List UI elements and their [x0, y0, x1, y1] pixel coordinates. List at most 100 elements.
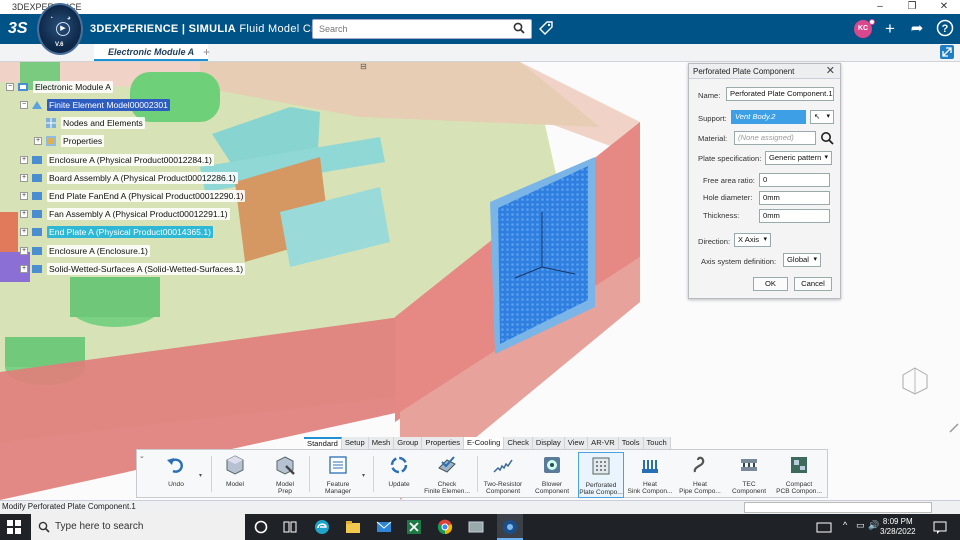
file-explorer-icon[interactable]: [345, 519, 361, 535]
tab-mesh[interactable]: Mesh: [368, 437, 395, 449]
compass-widget[interactable]: ◔ ◕ ▶ V.6: [37, 3, 83, 55]
notifications-icon[interactable]: [932, 519, 948, 535]
network-icon[interactable]: ▭: [856, 520, 865, 531]
material-field[interactable]: (None assigned): [734, 131, 816, 145]
perforated-plate-button[interactable]: Perforated Plate Compo...: [578, 452, 624, 498]
volume-icon[interactable]: 🔊: [868, 520, 879, 531]
tree-item[interactable]: − Finite Element Model00002301: [20, 98, 170, 112]
tab-setup[interactable]: Setup: [341, 437, 369, 449]
tree-root[interactable]: − Electronic Module A: [6, 80, 113, 94]
expand-icon[interactable]: +: [20, 210, 28, 218]
expand-icon[interactable]: +: [20, 192, 28, 200]
check-fe-button[interactable]: Check Finite Elemen...: [423, 452, 471, 498]
minimize-button[interactable]: –: [864, 0, 896, 14]
play-icon[interactable]: ▶: [56, 22, 70, 36]
tree-item[interactable]: + End Plate A (Physical Product00014365.…: [20, 225, 213, 239]
tree-item[interactable]: + Solid-Wetted-Surfaces A (Solid-Wetted-…: [20, 262, 246, 276]
3dexperience-taskbar-button[interactable]: [497, 514, 523, 540]
windows-start-icon[interactable]: [6, 519, 22, 535]
share-icon[interactable]: ➦: [907, 19, 927, 39]
free-area-field[interactable]: 0: [759, 173, 830, 187]
edge-icon[interactable]: [314, 519, 330, 535]
expand-icon[interactable]: +: [20, 174, 28, 182]
app-window-icon[interactable]: [468, 519, 484, 535]
expand-icon[interactable]: [940, 45, 954, 59]
compact-pcb-button[interactable]: Compact PCB Compon...: [775, 452, 823, 498]
expand-icon[interactable]: +: [20, 156, 28, 164]
tree-item[interactable]: + Properties: [34, 134, 105, 148]
tree-item[interactable]: + End Plate FanEnd A (Physical Product00…: [20, 189, 246, 203]
model-prep-button[interactable]: Model Prep: [267, 452, 303, 498]
system-clock[interactable]: 8:09 PM 3/28/2022: [880, 517, 916, 537]
tab-ar-vr[interactable]: AR-VR: [588, 437, 619, 449]
selection-mode-icon[interactable]: ↖: [810, 110, 834, 124]
tree-item[interactable]: + Board Assembly A (Physical Product0001…: [20, 171, 238, 185]
maximize-button[interactable]: ❐: [896, 0, 928, 14]
tab-display[interactable]: Display: [532, 437, 565, 449]
direction-select[interactable]: X Axis: [734, 233, 771, 247]
tab-view[interactable]: View: [564, 437, 589, 449]
tab-tools[interactable]: Tools: [618, 437, 644, 449]
chrome-icon[interactable]: [437, 519, 453, 535]
tree-item[interactable]: + Enclosure A (Physical Product00012284.…: [20, 153, 214, 167]
keyboard-icon[interactable]: [816, 519, 832, 535]
expand-icon[interactable]: +: [34, 137, 42, 145]
blower-button[interactable]: Blower Component: [531, 452, 573, 498]
excel-icon[interactable]: [406, 519, 422, 535]
search-icon[interactable]: [820, 131, 834, 145]
tree-item[interactable]: Nodes and Elements: [34, 116, 145, 130]
cortana-icon[interactable]: [253, 519, 269, 535]
help-icon[interactable]: ?: [935, 19, 955, 39]
search-input[interactable]: [313, 20, 503, 38]
dropdown-icon[interactable]: ▾: [362, 472, 365, 479]
tab-electronic-module[interactable]: Electronic Module A: [94, 44, 209, 61]
add-icon[interactable]: +: [880, 19, 900, 39]
tag-icon[interactable]: [538, 20, 554, 36]
axis-system-select[interactable]: Global: [783, 253, 821, 267]
tab-standard[interactable]: Standard: [304, 437, 342, 449]
feature-manager-button[interactable]: Feature Manager: [317, 452, 359, 498]
add-tab-button[interactable]: +: [203, 44, 210, 61]
expand-icon[interactable]: +: [20, 228, 28, 236]
cancel-button[interactable]: Cancel: [794, 277, 832, 291]
plate-spec-select[interactable]: Generic pattern: [765, 151, 832, 165]
name-field[interactable]: Perforated Plate Component.1: [726, 87, 834, 101]
heat-pipe-button[interactable]: Heat Pipe Compo...: [677, 452, 723, 498]
collapse-icon[interactable]: −: [6, 83, 14, 91]
tree-item[interactable]: + Fan Assembly A (Physical Product000122…: [20, 207, 230, 221]
tab-check[interactable]: Check: [504, 437, 533, 449]
compass-quadrant-icon[interactable]: ◔: [49, 15, 53, 22]
thickness-field[interactable]: 0mm: [759, 209, 830, 223]
avatar[interactable]: KC: [854, 19, 875, 38]
tree-item[interactable]: + Enclosure A (Enclosure.1): [20, 244, 150, 258]
tab-properties[interactable]: Properties: [422, 437, 464, 449]
hole-diameter-field[interactable]: 0mm: [759, 191, 830, 205]
model-button[interactable]: Model: [217, 452, 253, 498]
undo-button[interactable]: Undo: [159, 452, 193, 498]
heat-sink-button[interactable]: Heat Sink Compon...: [627, 452, 673, 498]
close-icon[interactable]: ✕: [826, 64, 835, 78]
collapse-icon[interactable]: −: [20, 101, 28, 109]
tab-touch[interactable]: Touch: [643, 437, 671, 449]
expand-icon[interactable]: +: [20, 265, 28, 273]
search-box[interactable]: [312, 19, 532, 39]
tab-group[interactable]: Group: [394, 437, 423, 449]
collapse-toolbar-icon[interactable]: ⌄: [139, 452, 145, 460]
two-resistor-button[interactable]: Two-Resistor Component: [481, 452, 525, 498]
search-icon[interactable]: [513, 22, 525, 34]
tray-chevron-icon[interactable]: ^: [843, 520, 847, 530]
mail-icon[interactable]: [376, 519, 392, 535]
tec-button[interactable]: TEC Component: [727, 452, 771, 498]
taskbar-search[interactable]: Type here to search: [31, 514, 245, 540]
compass-quadrant-icon[interactable]: ◕: [67, 15, 71, 22]
scroll-indicator-icon[interactable]: [949, 423, 959, 433]
view-axis-icon[interactable]: [902, 367, 928, 395]
expand-icon[interactable]: +: [20, 247, 28, 255]
tab-e-cooling[interactable]: E-Cooling: [464, 437, 505, 449]
update-button[interactable]: Update: [381, 452, 417, 498]
support-field[interactable]: Vent Body.2: [731, 110, 806, 124]
command-input[interactable]: [744, 502, 932, 513]
ok-button[interactable]: OK: [753, 277, 788, 291]
close-window-button[interactable]: ✕: [928, 0, 960, 14]
task-view-icon[interactable]: [282, 519, 298, 535]
